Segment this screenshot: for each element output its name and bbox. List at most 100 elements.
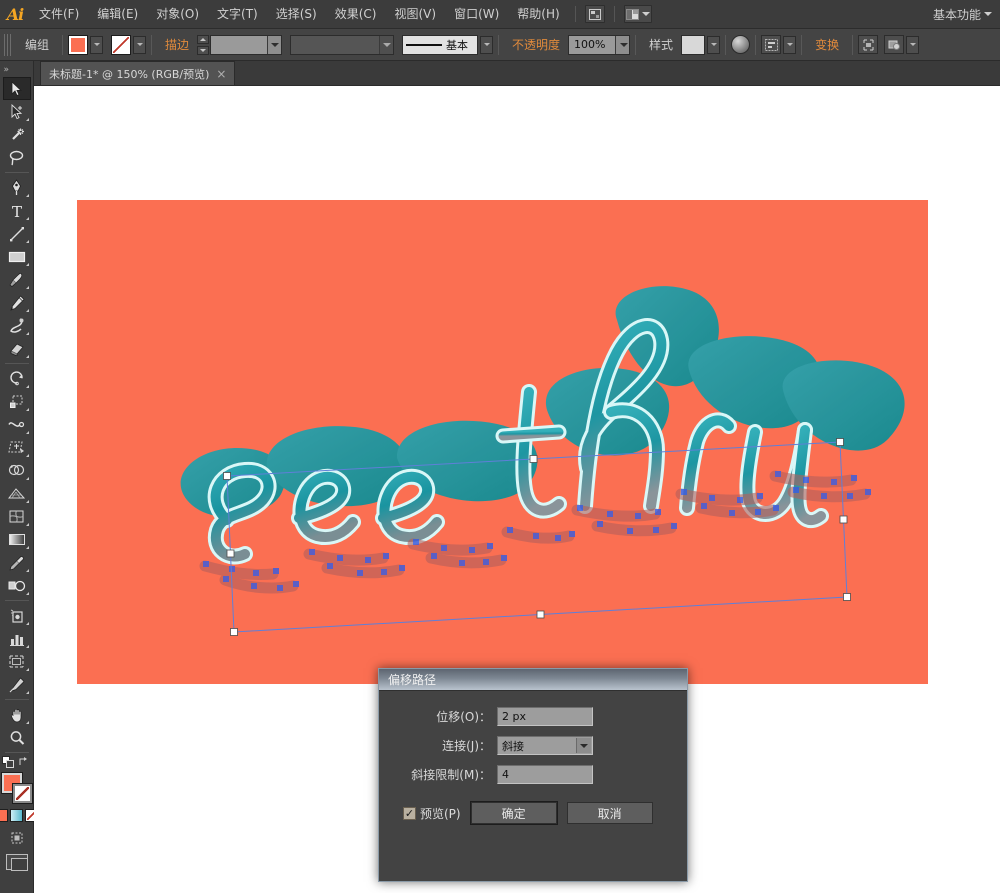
stroke-dropdown-button[interactable] [133,35,147,54]
ok-button[interactable]: 确定 [470,802,557,824]
opacity-arrow[interactable] [615,35,630,54]
tool-flyout-indicator [25,118,29,121]
stroke-profile-arrow[interactable] [379,35,394,54]
tool-flyout-indicator-pencil [25,309,29,312]
cancel-button[interactable]: 取消 [566,802,653,824]
mask-icon[interactable] [884,35,905,54]
fill-dropdown-button[interactable] [90,35,104,54]
chevron-down-icon-style [710,43,717,46]
slice-tool[interactable] [3,673,31,696]
join-select[interactable]: 斜接 [497,736,593,755]
dialog-title: 偏移路径 [388,673,437,687]
workspace-switcher[interactable]: 基本功能 [933,6,1000,23]
menu-window[interactable]: 窗口(W) [445,0,508,29]
screen-mode-icon[interactable] [5,854,28,871]
paintbrush-tool[interactable] [3,268,31,291]
menu-view[interactable]: 视图(V) [385,0,445,29]
preview-checkbox[interactable]: ✓ [403,806,416,820]
direct-selection-tool[interactable] [3,100,31,123]
brush-stroke-preview-icon [406,43,443,46]
cb-divider-8 [852,34,854,55]
align-dropdown-button[interactable] [783,35,797,54]
style-dropdown-button[interactable] [707,35,721,54]
swap-fill-stroke-icon[interactable] [18,757,31,768]
tool-divider-4 [4,699,29,700]
align-icon[interactable] [761,35,782,54]
opacity-field[interactable]: 100% [568,34,631,55]
scale-tool[interactable] [3,390,31,413]
blend-tool[interactable] [3,574,31,597]
artboard[interactable] [77,200,928,684]
stroke-weight-stepper[interactable] [197,34,210,55]
offset-path-dialog[interactable]: 偏移路径 位移(O)： 2 px 连接(J)： 斜接 斜接限制(M)： 4 ✓ … [378,668,688,882]
shape-builder-tool[interactable] [3,459,31,482]
drawing-mode-icon[interactable] [9,830,25,846]
menu-effect[interactable]: 效果(C) [326,0,386,29]
menu-object[interactable]: 对象(O) [147,0,208,29]
blob-brush-tool[interactable] [3,314,31,337]
tool-flyout-indicator-ft [25,454,29,457]
transform-label[interactable]: 变换 [807,36,847,53]
stepper-up[interactable] [197,34,210,44]
pen-tool[interactable] [3,176,31,199]
hand-tool[interactable] [3,703,31,726]
stroke-weight-label[interactable]: 描边 [157,36,197,53]
offset-input[interactable]: 2 px [497,707,593,726]
rotate-tool[interactable] [3,367,31,390]
pencil-tool[interactable] [3,291,31,314]
appearance-sphere-icon[interactable] [731,35,751,54]
brush-dropdown-button[interactable] [480,35,494,54]
stroke-color-swatch[interactable] [111,34,132,55]
symbol-sprayer-tool[interactable] [3,604,31,627]
menu-edit[interactable]: 编辑(E) [88,0,147,29]
cb-divider-6 [755,34,757,55]
svg-text:T: T [11,203,21,219]
control-bar-grip[interactable] [4,33,12,56]
join-select-arrow[interactable] [576,738,591,753]
app-logo-icon: Ai [6,4,25,24]
default-fill-stroke-icon[interactable] [2,756,15,769]
gradient-mode-button[interactable] [10,809,23,822]
eyedropper-tool[interactable] [3,551,31,574]
brush-definition-combo[interactable]: 基本 [402,34,479,55]
artboard-tool[interactable] [3,650,31,673]
mask-dropdown-button[interactable] [906,35,920,54]
menu-help[interactable]: 帮助(H) [508,0,568,29]
opacity-label[interactable]: 不透明度 [504,36,568,53]
color-mode-button[interactable] [0,809,8,822]
line-segment-tool[interactable] [3,222,31,245]
width-tool[interactable] [3,413,31,436]
stroke-swatch-large[interactable] [12,784,32,803]
lasso-tool[interactable] [3,146,31,169]
free-transform-tool[interactable] [3,436,31,459]
column-graph-tool[interactable] [3,627,31,650]
stroke-weight-combo[interactable] [210,34,283,55]
expand-tools-icon[interactable]: » [0,63,34,77]
graphic-style-swatch[interactable] [681,34,706,55]
gradient-tool[interactable] [3,528,31,551]
preview-checkbox-group[interactable]: ✓ 预览(P) [403,805,461,822]
menu-type[interactable]: 文字(T) [208,0,267,29]
menu-file[interactable]: 文件(F) [30,0,88,29]
stepper-down[interactable] [197,45,210,55]
selection-type-label: 编组 [25,38,50,52]
type-tool[interactable]: T [3,199,31,222]
stroke-profile-combo[interactable] [290,34,395,55]
document-tab[interactable]: 未标题-1* @ 150% (RGB/预览) × [40,61,236,85]
rectangle-tool[interactable] [3,245,31,268]
close-icon[interactable]: × [216,68,226,80]
miter-input[interactable]: 4 [497,765,593,784]
stroke-weight-arrow[interactable] [267,35,282,54]
selection-tool[interactable] [2,77,31,100]
arrange-documents-icon[interactable] [623,5,652,23]
isolate-group-icon[interactable] [858,35,879,54]
zoom-tool[interactable] [3,726,31,749]
fill-color-swatch[interactable] [68,34,89,55]
perspective-grid-tool[interactable] [3,482,31,505]
menu-select[interactable]: 选择(S) [267,0,326,29]
bridge-icon[interactable] [584,5,605,23]
eraser-tool[interactable] [3,337,31,360]
mesh-tool[interactable] [3,505,31,528]
cb-divider-4 [635,34,637,55]
magic-wand-tool[interactable] [3,123,31,146]
